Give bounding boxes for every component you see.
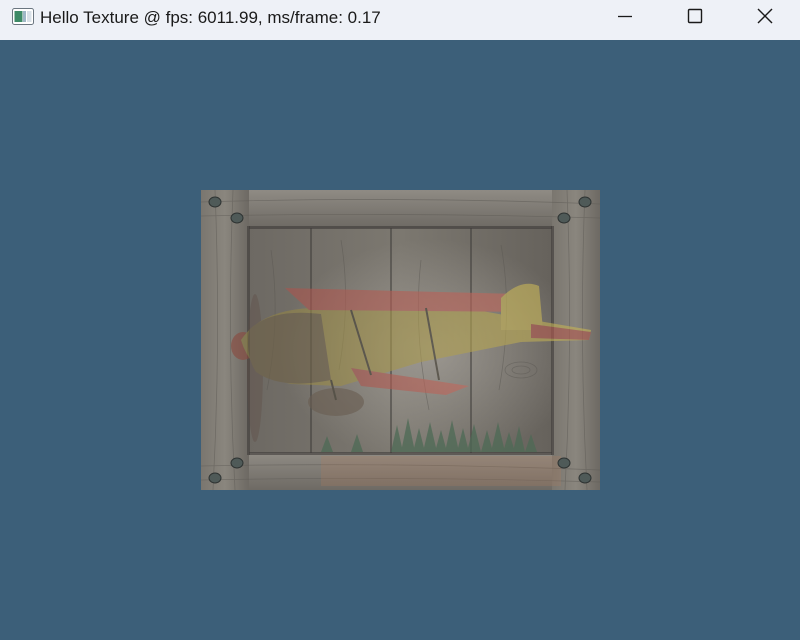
minimize-icon xyxy=(617,8,633,29)
window-title: Hello Texture @ fps: 6011.99, ms/frame: … xyxy=(40,8,381,27)
maximize-button[interactable] xyxy=(660,0,730,36)
title-bar[interactable]: Hello Texture @ fps: 6011.99, ms/frame: … xyxy=(0,0,800,40)
minimize-button[interactable] xyxy=(590,0,660,36)
close-icon xyxy=(757,8,773,29)
textured-quad xyxy=(200,189,601,491)
crate-frame-top xyxy=(201,190,600,228)
app-window: Hello Texture @ fps: 6011.99, ms/frame: … xyxy=(0,0,800,640)
close-button[interactable] xyxy=(730,0,800,36)
render-viewport xyxy=(200,189,601,491)
app-window-icon xyxy=(12,8,34,25)
maximize-icon xyxy=(687,8,703,29)
